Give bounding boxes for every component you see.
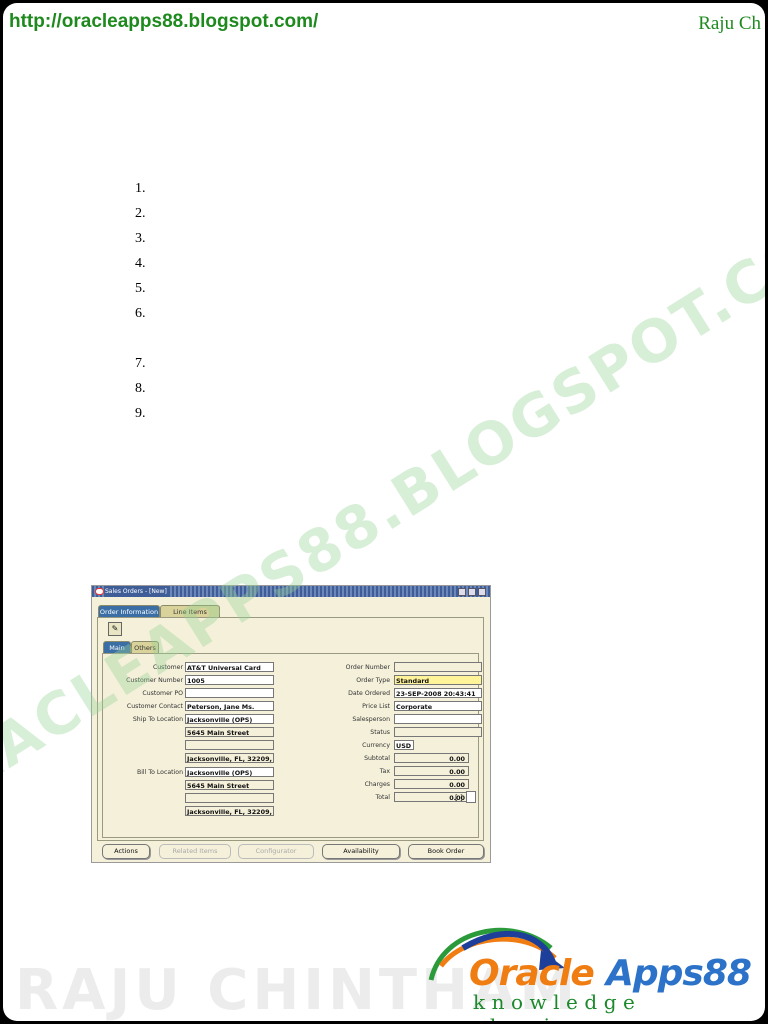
ship-to-location-label: Ship To Location	[132, 716, 183, 723]
step-number: 2.	[135, 206, 146, 221]
step-number: 6.	[135, 306, 146, 321]
header-author: Raju Ch	[698, 13, 761, 34]
ship-to-address-line: 5645 Main Street	[185, 727, 274, 737]
main-tab-content: Customer Customer Number Customer PO Cus…	[102, 653, 482, 838]
related-items-button[interactable]: Related Items	[159, 844, 231, 859]
bill-to-address-line: Jacksonville, FL, 32209, U	[185, 806, 274, 816]
currency-label: Currency	[362, 742, 390, 749]
customer-field[interactable]: AT&T Universal Card	[185, 662, 274, 672]
checkbox[interactable]	[466, 791, 476, 803]
currency-field[interactable]: USD	[394, 740, 414, 750]
date-ordered-label: Date Ordered	[348, 690, 390, 697]
salesperson-field[interactable]	[394, 714, 482, 724]
form-titlebar: Sales Orders - [New]	[92, 586, 490, 597]
oracle-icon	[95, 588, 104, 595]
maximize-icon[interactable]	[468, 588, 476, 596]
price-list-field[interactable]: Corporate	[394, 701, 482, 711]
header-url[interactable]: http://oracleapps88.blogspot.com/	[9, 11, 318, 33]
step-number: 9.	[135, 406, 146, 421]
customer-po-label: Customer PO	[142, 690, 183, 697]
customer-contact-label: Customer Contact	[126, 703, 183, 710]
logo-word-oracle: Oracle	[469, 953, 595, 994]
subtotal-label: Subtotal	[364, 755, 390, 762]
bill-to-address-line: 5645 Main Street	[185, 780, 274, 790]
order-information-panel: ✎ Main Others Customer Customer Number C…	[97, 617, 484, 841]
customer-number-label: Customer Number	[126, 677, 183, 684]
customer-label: Customer	[152, 664, 183, 671]
order-type-field[interactable]: Standard	[394, 675, 482, 685]
step-number: 4.	[135, 256, 146, 271]
step-number: 8.	[135, 381, 146, 396]
oracleapps88-logo: Oracle Apps88 knowledge sharing	[423, 918, 763, 1021]
customer-po-field[interactable]	[185, 688, 274, 698]
form-title: Sales Orders - [New]	[105, 586, 170, 597]
step-number: 7.	[135, 356, 146, 371]
customer-contact-field[interactable]: Peterson, Jane Ms.	[185, 701, 274, 711]
step-number: 1.	[135, 181, 146, 196]
record-indicator: [ ]	[455, 794, 463, 802]
document-page: http://oracleapps88.blogspot.com/ Raju C…	[3, 3, 765, 1021]
ship-to-address-line: Jacksonville, FL, 32209, U	[185, 753, 274, 763]
step-number: 5.	[135, 281, 146, 296]
order-type-label: Order Type	[356, 677, 390, 684]
availability-button[interactable]: Availability	[322, 844, 400, 859]
status-field	[394, 727, 482, 737]
logo-tagline: knowledge sharing	[473, 990, 642, 1021]
date-ordered-field[interactable]: 23-SEP-2008 20:43:41	[394, 688, 482, 698]
charges-field: 0.00	[394, 779, 469, 789]
status-label: Status	[370, 729, 390, 736]
logo-word-apps88: Apps88	[606, 953, 752, 994]
price-list-label: Price List	[362, 703, 390, 710]
close-icon[interactable]	[478, 588, 486, 596]
actions-button[interactable]: Actions	[102, 844, 150, 859]
minimize-icon[interactable]	[458, 588, 466, 596]
bill-to-address-line	[185, 793, 274, 803]
bill-to-location-label: Bill To Location	[136, 769, 183, 776]
charges-label: Charges	[364, 781, 390, 788]
salesperson-label: Salesperson	[352, 716, 390, 723]
book-order-button[interactable]: Book Order	[408, 844, 484, 859]
order-number-field	[394, 662, 482, 672]
edit-icon[interactable]: ✎	[108, 622, 122, 636]
tax-field: 0.00	[394, 766, 469, 776]
customer-number-field[interactable]: 1005	[185, 675, 274, 685]
subtotal-field: 0.00	[394, 753, 469, 763]
configurator-button[interactable]: Configurator	[238, 844, 314, 859]
tax-label: Tax	[379, 768, 390, 775]
total-label: Total	[375, 794, 390, 801]
order-number-label: Order Number	[345, 664, 390, 671]
ship-to-location-field[interactable]: Jacksonville (OPS)	[185, 714, 274, 724]
bill-to-location-field[interactable]: Jacksonville (OPS)	[185, 767, 274, 777]
sales-orders-form: Sales Orders - [New] Order Information L…	[91, 585, 491, 863]
step-number: 3.	[135, 231, 146, 246]
numbered-steps: 1. 2. 3. 4. 5. 6. 7. 8. 9.	[135, 176, 146, 426]
ship-to-address-line	[185, 740, 274, 750]
